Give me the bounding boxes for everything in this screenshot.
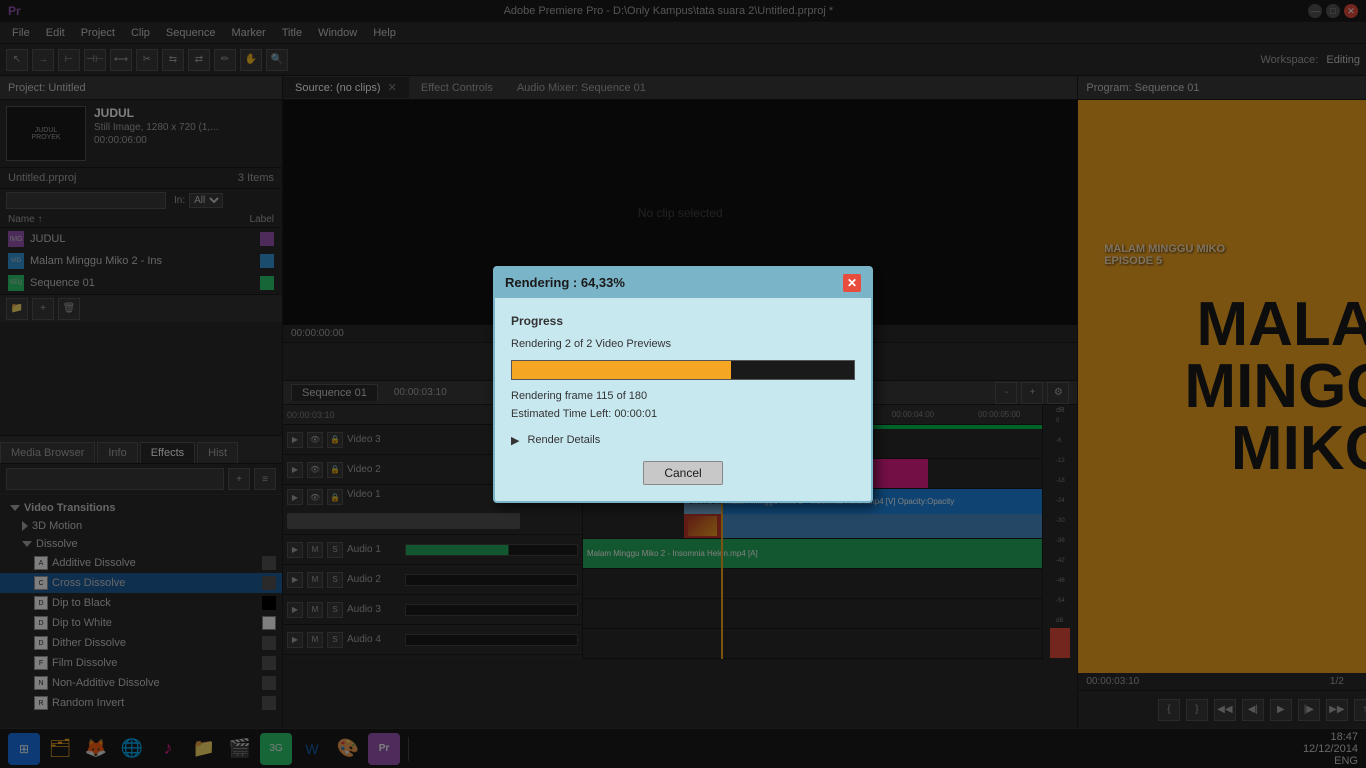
render-status-text: Rendering 2 of 2 Video Previews [511, 338, 855, 350]
render-details-triangle: ▶ [511, 434, 519, 447]
render-dialog: Rendering : 64,33% ✕ Progress Rendering … [493, 266, 873, 503]
render-dialog-close-button[interactable]: ✕ [843, 274, 861, 292]
render-overlay: Rendering : 64,33% ✕ Progress Rendering … [0, 0, 1366, 768]
render-frame-info: Rendering frame 115 of 180 [511, 390, 855, 402]
render-dialog-title-bar: Rendering : 64,33% ✕ [495, 268, 871, 298]
render-cancel-button[interactable]: Cancel [643, 461, 722, 485]
render-dialog-title-text: Rendering : 64,33% [505, 275, 625, 290]
render-progress-bar [511, 360, 855, 380]
render-progress-label: Progress [511, 314, 855, 328]
render-time-info: Estimated Time Left: 00:00:01 [511, 408, 855, 420]
render-details-label: Render Details [527, 434, 600, 446]
render-dialog-body: Progress Rendering 2 of 2 Video Previews… [495, 298, 871, 501]
render-details-row: ▶ Render Details [511, 434, 855, 447]
render-progress-fill [512, 361, 731, 379]
render-cancel-row: Cancel [511, 461, 855, 485]
